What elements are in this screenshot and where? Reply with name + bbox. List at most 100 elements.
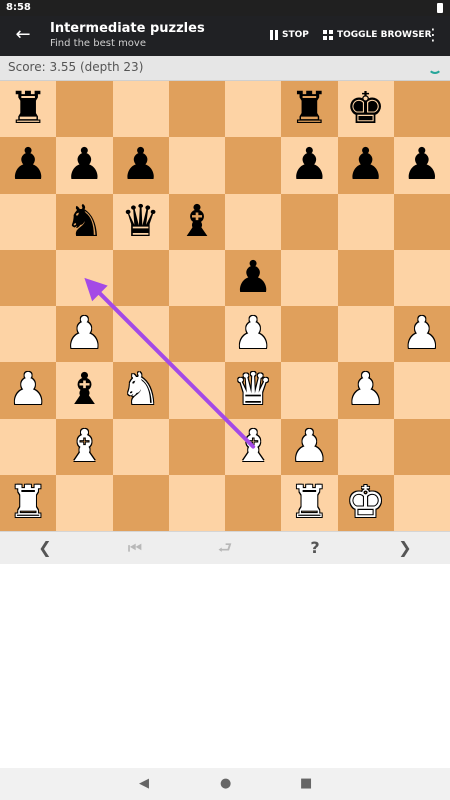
triangle-back-icon[interactable]: ◀ [139,776,149,791]
square-h8[interactable] [393,81,450,138]
square-e5[interactable]: ♟ [225,249,282,306]
square-a3[interactable]: ♟ [0,362,57,419]
skip-to-start-icon[interactable]: ⏮ [115,532,155,564]
white-pawn-icon[interactable]: ♟ [0,362,56,418]
square-d7[interactable] [168,137,225,194]
square-g7[interactable]: ♟ [337,137,394,194]
square-f3[interactable] [281,362,338,419]
black-pawn-icon[interactable]: ♟ [113,137,169,193]
circle-home-icon[interactable]: ● [220,776,231,791]
black-queen-icon[interactable]: ♛ [113,194,169,250]
square-g6[interactable] [337,193,394,250]
black-knight-icon[interactable]: ♞ [56,194,112,250]
black-bishop-icon[interactable]: ♝ [169,194,225,250]
undo-icon[interactable]: ⮐ [205,532,245,564]
square-a4[interactable] [0,306,57,363]
stop-button[interactable]: STOP [270,27,309,43]
black-pawn-icon[interactable]: ♟ [281,137,337,193]
square-e7[interactable] [225,137,282,194]
square-d2[interactable] [168,418,225,475]
square-e1[interactable] [225,474,282,531]
square-c3[interactable]: ♞ [112,362,169,419]
square-b8[interactable] [56,81,113,138]
square-h4[interactable]: ♟ [393,306,450,363]
square-h5[interactable] [393,249,450,306]
square-b7[interactable]: ♟ [56,137,113,194]
square-f7[interactable]: ♟ [281,137,338,194]
square-f5[interactable] [281,249,338,306]
square-e8[interactable] [225,81,282,138]
white-pawn-icon[interactable]: ♟ [281,419,337,475]
square-f6[interactable] [281,193,338,250]
square-c8[interactable] [112,81,169,138]
white-rook-icon[interactable]: ♜ [0,475,56,531]
white-queen-icon[interactable]: ♛ [225,362,281,418]
square-b5[interactable] [56,249,113,306]
chevron-left-icon[interactable]: ❮ [25,532,65,564]
square-f1[interactable]: ♜ [281,474,338,531]
square-d5[interactable] [168,249,225,306]
square-d1[interactable] [168,474,225,531]
square-h2[interactable] [393,418,450,475]
chevron-right-icon[interactable]: ❯ [385,532,425,564]
black-bishop-icon[interactable]: ♝ [56,362,112,418]
square-h3[interactable] [393,362,450,419]
square-a6[interactable] [0,193,57,250]
square-a5[interactable] [0,249,57,306]
square-f2[interactable]: ♟ [281,418,338,475]
square-e3[interactable]: ♛ [225,362,282,419]
white-pawn-icon[interactable]: ♟ [338,362,394,418]
white-pawn-icon[interactable]: ♟ [394,306,450,362]
square-h7[interactable]: ♟ [393,137,450,194]
square-e6[interactable] [225,193,282,250]
square-g4[interactable] [337,306,394,363]
white-rook-icon[interactable]: ♜ [281,475,337,531]
square-g3[interactable]: ♟ [337,362,394,419]
square-a1[interactable]: ♜ [0,474,57,531]
square-b1[interactable] [56,474,113,531]
square-b6[interactable]: ♞ [56,193,113,250]
square-d3[interactable] [168,362,225,419]
square-c7[interactable]: ♟ [112,137,169,194]
square-h6[interactable] [393,193,450,250]
black-rook-icon[interactable]: ♜ [281,81,337,137]
square-d8[interactable] [168,81,225,138]
square-g8[interactable]: ♚ [337,81,394,138]
black-pawn-icon[interactable]: ♟ [338,137,394,193]
white-knight-icon[interactable]: ♞ [113,362,169,418]
square-g5[interactable] [337,249,394,306]
chess-board[interactable]: ♜ ♜ ♚ ♟ ♟ ♟ ♟ ♟ ♟ ♞ ♛ ♝ ♟ ♟ ♟ ♟ ♟ ♝ ♞ ♛ ♟ ♝ ♝ ♟ ♜ ♜ ♚ [0,81,450,531]
square-a8[interactable]: ♜ [0,81,57,138]
white-pawn-icon[interactable]: ♟ [56,306,112,362]
black-pawn-icon[interactable]: ♟ [0,137,56,193]
black-king-icon[interactable]: ♚ [338,81,394,137]
question-mark-icon[interactable]: ? [295,532,335,564]
square-e4[interactable]: ♟ [225,306,282,363]
black-pawn-icon[interactable]: ♟ [56,137,112,193]
square-b2[interactable]: ♝ [56,418,113,475]
square-g2[interactable] [337,418,394,475]
square-a7[interactable]: ♟ [0,137,57,194]
square-recents-icon[interactable]: ■ [300,776,312,791]
square-c5[interactable] [112,249,169,306]
square-c6[interactable]: ♛ [112,193,169,250]
square-d6[interactable]: ♝ [168,193,225,250]
square-e2[interactable]: ♝ [225,418,282,475]
square-f8[interactable]: ♜ [281,81,338,138]
square-h1[interactable] [393,474,450,531]
square-c1[interactable] [112,474,169,531]
toggle-browser-button[interactable]: TOGGLE BROWSER [323,27,432,43]
square-c4[interactable] [112,306,169,363]
more-vert-icon[interactable]: ⋮ [425,25,441,45]
black-rook-icon[interactable]: ♜ [0,81,56,137]
square-b3[interactable]: ♝ [56,362,113,419]
square-f4[interactable] [281,306,338,363]
square-d4[interactable] [168,306,225,363]
square-g1[interactable]: ♚ [337,474,394,531]
back-arrow-icon[interactable]: ← [10,22,36,48]
white-king-icon[interactable]: ♚ [338,475,394,531]
black-pawn-icon[interactable]: ♟ [225,250,281,306]
white-pawn-icon[interactable]: ♟ [225,306,281,362]
square-b4[interactable]: ♟ [56,306,113,363]
white-bishop-icon[interactable]: ♝ [225,419,281,475]
